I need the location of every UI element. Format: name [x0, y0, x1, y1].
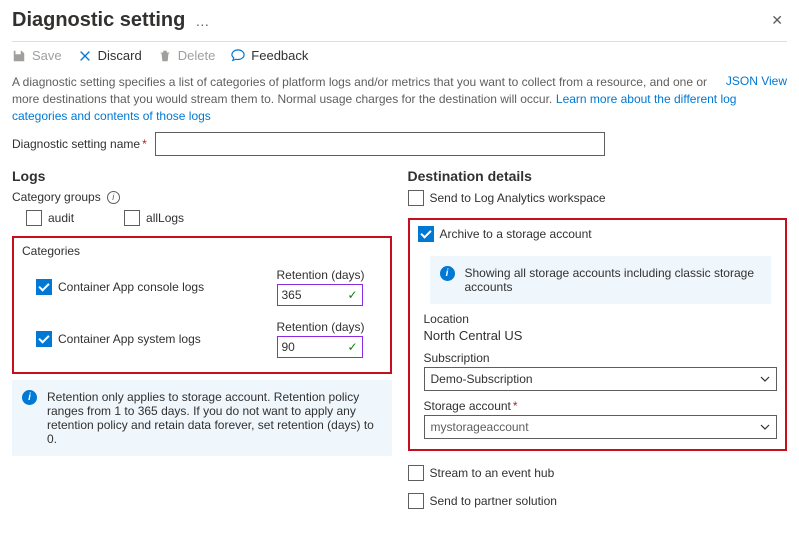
delete-button: Delete [158, 48, 216, 63]
storage-info-text: Showing all storage accounts including c… [465, 266, 762, 294]
checkbox-audit-label: audit [48, 211, 74, 225]
chevron-down-icon [760, 374, 770, 384]
retention-input-1[interactable]: 365 ✓ [277, 284, 363, 306]
info-icon: i [22, 390, 37, 405]
storage-account-select[interactable]: mystorageaccount [424, 415, 778, 439]
setting-name-label: Diagnostic setting name* [12, 137, 147, 151]
category-groups-label: Category groups [12, 190, 101, 204]
storage-account-value: mystorageaccount [431, 420, 529, 434]
checkbox-event-hub[interactable]: Stream to an event hub [408, 465, 788, 481]
info-icon: i [440, 266, 455, 281]
storage-info-box: i Showing all storage accounts including… [430, 256, 772, 304]
feedback-label: Feedback [251, 48, 308, 63]
check-icon: ✓ [347, 288, 357, 302]
delete-label: Delete [178, 48, 216, 63]
destination-section-title: Destination details [408, 168, 788, 184]
json-view-link[interactable]: JSON View [726, 74, 787, 88]
checkbox-log-analytics[interactable]: Send to Log Analytics workspace [408, 190, 788, 206]
checkbox-event-hub-label: Stream to an event hub [430, 466, 555, 480]
checkbox-audit[interactable]: audit [26, 210, 74, 226]
categories-label: Categories [22, 244, 382, 258]
retention-input-2[interactable]: 90 ✓ [277, 336, 363, 358]
archive-highlight: Archive to a storage account i Showing a… [408, 218, 788, 451]
checkbox-system-logs[interactable]: Container App system logs [36, 331, 277, 347]
discard-label: Discard [98, 48, 142, 63]
page-title: Diagnostic setting [12, 9, 185, 32]
save-label: Save [32, 48, 62, 63]
retention-info-text: Retention only applies to storage accoun… [47, 390, 382, 446]
subscription-label: Subscription [424, 351, 778, 365]
checkbox-system-logs-label: Container App system logs [58, 332, 201, 346]
delete-icon [158, 49, 172, 63]
discard-icon [78, 49, 92, 63]
checkbox-partner-solution-label: Send to partner solution [430, 494, 557, 508]
discard-button[interactable]: Discard [78, 48, 142, 63]
location-value: North Central US [424, 328, 778, 343]
storage-account-label: Storage account* [424, 399, 778, 413]
retention-label-2: Retention (days) [277, 320, 382, 334]
feedback-icon [231, 49, 245, 63]
retention-value-1: 365 [282, 288, 302, 302]
location-label: Location [424, 312, 778, 326]
checkbox-console-logs-label: Container App console logs [58, 280, 204, 294]
categories-highlight: Categories Container App console logs Re… [12, 236, 392, 374]
checkbox-alllogs-label: allLogs [146, 211, 184, 225]
retention-value-2: 90 [282, 340, 295, 354]
checkbox-log-analytics-label: Send to Log Analytics workspace [430, 191, 606, 205]
logs-section-title: Logs [12, 168, 392, 184]
retention-label-1: Retention (days) [277, 268, 382, 282]
retention-info-box: i Retention only applies to storage acco… [12, 380, 392, 456]
feedback-button[interactable]: Feedback [231, 48, 308, 63]
checkbox-console-logs[interactable]: Container App console logs [36, 279, 277, 295]
check-icon: ✓ [347, 340, 357, 354]
checkbox-archive-storage[interactable]: Archive to a storage account [418, 226, 778, 242]
more-icon[interactable]: … [195, 14, 209, 28]
chevron-down-icon [760, 422, 770, 432]
checkbox-alllogs[interactable]: allLogs [124, 210, 184, 226]
setting-name-input[interactable] [155, 132, 605, 156]
save-button: Save [12, 48, 62, 63]
close-icon[interactable]: ✕ [767, 8, 787, 33]
subscription-select[interactable]: Demo-Subscription [424, 367, 778, 391]
save-icon [12, 49, 26, 63]
checkbox-archive-storage-label: Archive to a storage account [440, 227, 592, 241]
subscription-value: Demo-Subscription [431, 372, 533, 386]
info-icon[interactable]: i [107, 191, 120, 204]
checkbox-partner-solution[interactable]: Send to partner solution [408, 493, 788, 509]
